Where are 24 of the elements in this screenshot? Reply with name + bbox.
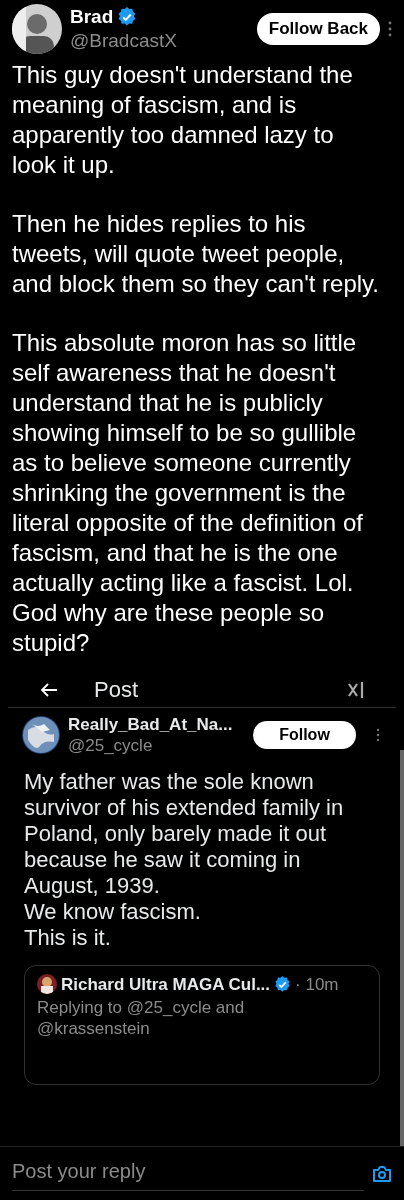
- author-handle: @BradcastX: [70, 29, 177, 53]
- post-paragraph: Then he hides replies to his tweets, will quote tweet people, and block them so they can't reply.: [12, 209, 380, 299]
- header-title: Post: [94, 676, 139, 704]
- follow-button[interactable]: Follow: [253, 721, 356, 750]
- author-handle: @25_cycle: [68, 735, 154, 757]
- mention-link[interactable]: @krassenstein: [37, 1018, 150, 1040]
- post-time: · 10m: [295, 973, 339, 995]
- more-options-icon[interactable]: [376, 728, 380, 743]
- post-paragraph: This guy doesn't understand the meaning of fascism, and is apparently too damned lazy to look it up.: [12, 60, 354, 180]
- back-arrow-icon[interactable]: [40, 681, 58, 698]
- post-text: We know fascism.: [24, 898, 202, 925]
- reply-field[interactable]: Post your reply: [12, 1156, 364, 1191]
- quoted-reply-card[interactable]: Richard Ultra MAGA Cul... · 10m Replying to @25_cycle and @krassenstein: [24, 964, 380, 1085]
- author-name: Richard Ultra MAGA Cul...: [61, 973, 271, 995]
- post-text: My father was the sole known survivor of his extended family in Poland, only barely made it out because he saw it coming in August, 1939.: [24, 768, 345, 899]
- more-options-icon[interactable]: [388, 21, 392, 37]
- follow-back-button[interactable]: Follow Back: [256, 13, 380, 45]
- post-paragraph: This absolute moron has so little self awareness that he doesn't understand that he is publicly showing himself to be so gullible as to believe someone currently shrinking the government is the literal opposite of the definition of fascism, and that he is the one actually acting like a fascist. Lol. God why are these people so stupid?: [12, 328, 364, 658]
- scrollbar[interactable]: [400, 750, 404, 1146]
- author-name: Really_Bad_At_Na...: [68, 714, 233, 736]
- camera-icon[interactable]: [372, 1164, 392, 1183]
- post-text: This is it.: [24, 924, 112, 951]
- author-name: Brad: [70, 5, 114, 29]
- replying-to-text: Replying to @25_cycle and: [37, 996, 246, 1018]
